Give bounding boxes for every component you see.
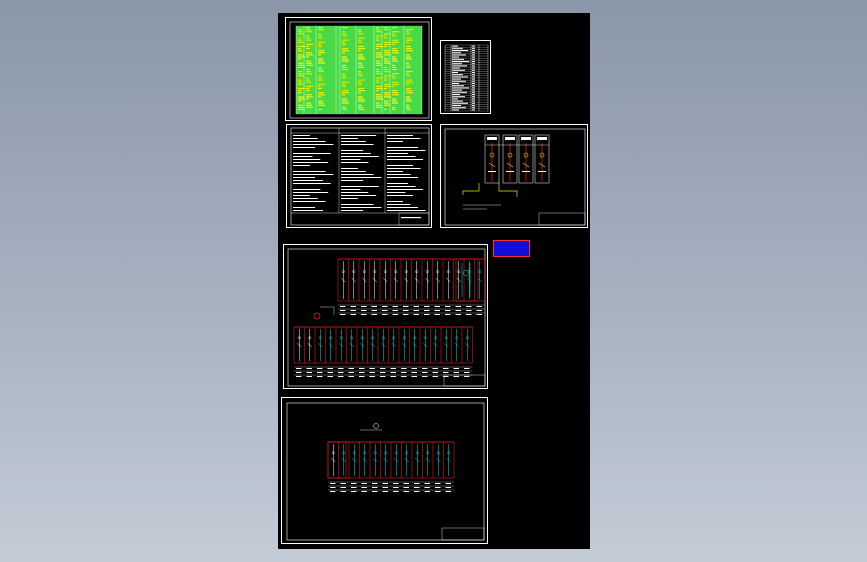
cable-schedule-table	[289, 21, 430, 119]
equipment-list-table	[444, 44, 489, 112]
model-space-viewport[interactable]	[0, 0, 867, 562]
equipment-list-sheet[interactable]	[440, 40, 491, 114]
cable-schedule-sheet[interactable]	[285, 17, 432, 121]
hv-one-line-sheet[interactable]	[440, 124, 588, 228]
hv-one-line-diagram	[444, 128, 586, 226]
design-notes-table	[290, 127, 430, 226]
lv-one-line-sheet[interactable]	[283, 244, 488, 389]
lv-one-line-sheet-2[interactable]	[281, 397, 488, 544]
lv-one-line-diagram	[287, 248, 486, 387]
lv-one-line-diagram-2	[286, 402, 485, 541]
revision-tag[interactable]	[493, 240, 530, 257]
design-notes-sheet[interactable]	[286, 124, 432, 228]
